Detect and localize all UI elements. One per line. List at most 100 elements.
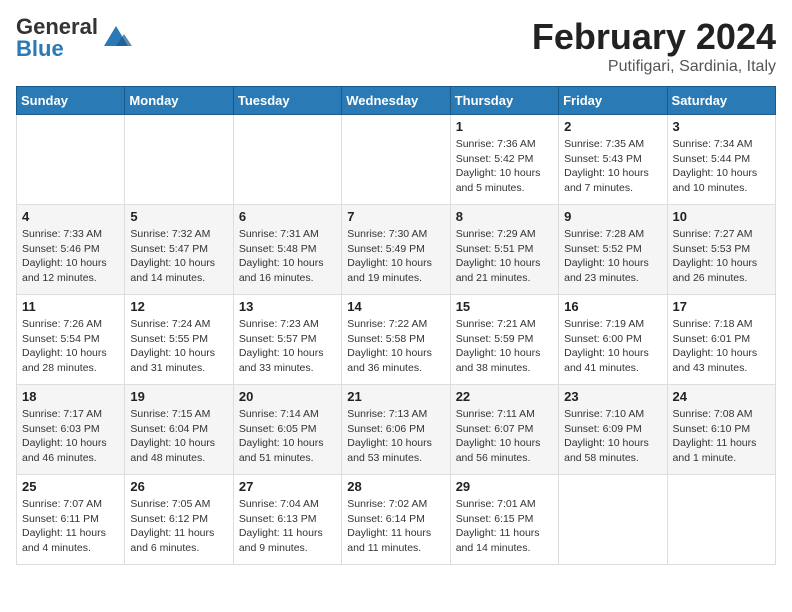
day-number: 6 [239, 209, 336, 224]
day-of-week-header: Saturday [667, 87, 775, 115]
day-number: 4 [22, 209, 119, 224]
calendar-day-cell: 23 Sunrise: 7:10 AM Sunset: 6:09 PM Dayli… [559, 385, 667, 475]
day-number: 10 [673, 209, 770, 224]
logo-text: General Blue [16, 16, 98, 60]
day-number: 29 [456, 479, 553, 494]
day-number: 19 [130, 389, 227, 404]
day-number: 7 [347, 209, 444, 224]
calendar-day-cell: 25 Sunrise: 7:07 AM Sunset: 6:11 PM Dayli… [17, 475, 125, 565]
calendar-day-cell: 24 Sunrise: 7:08 AM Sunset: 6:10 PM Dayli… [667, 385, 775, 475]
calendar-day-cell [233, 115, 341, 205]
calendar-day-cell: 26 Sunrise: 7:05 AM Sunset: 6:12 PM Dayli… [125, 475, 233, 565]
day-detail: Sunrise: 7:15 AM Sunset: 6:04 PM Dayligh… [130, 407, 227, 466]
calendar-day-cell: 29 Sunrise: 7:01 AM Sunset: 6:15 PM Dayli… [450, 475, 558, 565]
calendar-week-row: 4 Sunrise: 7:33 AM Sunset: 5:46 PM Daylig… [17, 205, 776, 295]
calendar-day-cell: 1 Sunrise: 7:36 AM Sunset: 5:42 PM Daylig… [450, 115, 558, 205]
day-number: 1 [456, 119, 553, 134]
calendar-day-cell: 2 Sunrise: 7:35 AM Sunset: 5:43 PM Daylig… [559, 115, 667, 205]
day-number: 13 [239, 299, 336, 314]
calendar-day-cell: 12Sunrise: 7:24 AM Sunset: 5:55 PM Dayli… [125, 295, 233, 385]
day-number: 23 [564, 389, 661, 404]
day-number: 21 [347, 389, 444, 404]
day-number: 24 [673, 389, 770, 404]
day-detail: Sunrise: 7:31 AM Sunset: 5:48 PM Dayligh… [239, 227, 336, 286]
day-detail: Sunrise: 7:14 AM Sunset: 6:05 PM Dayligh… [239, 407, 336, 466]
page-header: General Blue February 2024 Putifigari, S… [16, 16, 776, 76]
logo-general: General [16, 16, 98, 38]
day-detail: Sunrise: 7:18 AM Sunset: 6:01 PM Dayligh… [673, 317, 770, 376]
day-detail: Sunrise: 7:01 AM Sunset: 6:15 PM Dayligh… [456, 497, 553, 556]
day-detail: Sunrise: 7:05 AM Sunset: 6:12 PM Dayligh… [130, 497, 227, 556]
calendar-day-cell [125, 115, 233, 205]
day-number: 17 [673, 299, 770, 314]
day-detail: Sunrise: 7:04 AM Sunset: 6:13 PM Dayligh… [239, 497, 336, 556]
day-number: 22 [456, 389, 553, 404]
day-detail: Sunrise: 7:30 AM Sunset: 5:49 PM Dayligh… [347, 227, 444, 286]
calendar-day-cell: 13Sunrise: 7:23 AM Sunset: 5:57 PM Dayli… [233, 295, 341, 385]
day-detail: Sunrise: 7:34 AM Sunset: 5:44 PM Dayligh… [673, 137, 770, 196]
calendar-day-cell: 20 Sunrise: 7:14 AM Sunset: 6:05 PM Dayli… [233, 385, 341, 475]
day-detail: Sunrise: 7:21 AM Sunset: 5:59 PM Dayligh… [456, 317, 553, 376]
day-of-week-header: Thursday [450, 87, 558, 115]
calendar-week-row: 18 Sunrise: 7:17 AM Sunset: 6:03 PM Dayli… [17, 385, 776, 475]
calendar-week-row: 1 Sunrise: 7:36 AM Sunset: 5:42 PM Daylig… [17, 115, 776, 205]
calendar-day-cell: 4 Sunrise: 7:33 AM Sunset: 5:46 PM Daylig… [17, 205, 125, 295]
logo: General Blue [16, 16, 132, 60]
calendar-day-cell [17, 115, 125, 205]
calendar-day-cell: 28Sunrise: 7:02 AM Sunset: 6:14 PM Dayli… [342, 475, 450, 565]
day-detail: Sunrise: 7:10 AM Sunset: 6:09 PM Dayligh… [564, 407, 661, 466]
calendar-day-cell: 14Sunrise: 7:22 AM Sunset: 5:58 PM Dayli… [342, 295, 450, 385]
day-of-week-header: Monday [125, 87, 233, 115]
calendar-day-cell: 3 Sunrise: 7:34 AM Sunset: 5:44 PM Daylig… [667, 115, 775, 205]
day-number: 28 [347, 479, 444, 494]
day-detail: Sunrise: 7:07 AM Sunset: 6:11 PM Dayligh… [22, 497, 119, 556]
logo-blue: Blue [16, 38, 98, 60]
calendar-day-cell: 8Sunrise: 7:29 AM Sunset: 5:51 PM Daylig… [450, 205, 558, 295]
day-number: 2 [564, 119, 661, 134]
calendar-day-cell: 16Sunrise: 7:19 AM Sunset: 6:00 PM Dayli… [559, 295, 667, 385]
calendar-day-cell: 7 Sunrise: 7:30 AM Sunset: 5:49 PM Daylig… [342, 205, 450, 295]
day-number: 11 [22, 299, 119, 314]
day-number: 25 [22, 479, 119, 494]
day-detail: Sunrise: 7:32 AM Sunset: 5:47 PM Dayligh… [130, 227, 227, 286]
calendar-day-cell: 10 Sunrise: 7:27 AM Sunset: 5:53 PM Dayli… [667, 205, 775, 295]
day-number: 18 [22, 389, 119, 404]
day-detail: Sunrise: 7:08 AM Sunset: 6:10 PM Dayligh… [673, 407, 770, 466]
day-number: 27 [239, 479, 336, 494]
calendar-day-cell: 11 Sunrise: 7:26 AM Sunset: 5:54 PM Dayli… [17, 295, 125, 385]
day-number: 15 [456, 299, 553, 314]
day-detail: Sunrise: 7:28 AM Sunset: 5:52 PM Dayligh… [564, 227, 661, 286]
calendar-header-row: SundayMondayTuesdayWednesdayThursdayFrid… [17, 87, 776, 115]
calendar-table: SundayMondayTuesdayWednesdayThursdayFrid… [16, 86, 776, 565]
calendar-day-cell: 22 Sunrise: 7:11 AM Sunset: 6:07 PM Dayli… [450, 385, 558, 475]
calendar-day-cell: 9 Sunrise: 7:28 AM Sunset: 5:52 PM Daylig… [559, 205, 667, 295]
location: Putifigari, Sardinia, Italy [532, 58, 776, 76]
day-detail: Sunrise: 7:26 AM Sunset: 5:54 PM Dayligh… [22, 317, 119, 376]
calendar-week-row: 25 Sunrise: 7:07 AM Sunset: 6:11 PM Dayli… [17, 475, 776, 565]
day-detail: Sunrise: 7:36 AM Sunset: 5:42 PM Dayligh… [456, 137, 553, 196]
calendar-day-cell: 21 Sunrise: 7:13 AM Sunset: 6:06 PM Dayli… [342, 385, 450, 475]
day-detail: Sunrise: 7:13 AM Sunset: 6:06 PM Dayligh… [347, 407, 444, 466]
day-detail: Sunrise: 7:11 AM Sunset: 6:07 PM Dayligh… [456, 407, 553, 466]
day-number: 26 [130, 479, 227, 494]
day-number: 14 [347, 299, 444, 314]
day-number: 20 [239, 389, 336, 404]
calendar-day-cell: 17 Sunrise: 7:18 AM Sunset: 6:01 PM Dayli… [667, 295, 775, 385]
day-number: 5 [130, 209, 227, 224]
day-number: 8 [456, 209, 553, 224]
calendar-day-cell: 15 Sunrise: 7:21 AM Sunset: 5:59 PM Dayli… [450, 295, 558, 385]
day-detail: Sunrise: 7:35 AM Sunset: 5:43 PM Dayligh… [564, 137, 661, 196]
day-of-week-header: Tuesday [233, 87, 341, 115]
day-detail: Sunrise: 7:33 AM Sunset: 5:46 PM Dayligh… [22, 227, 119, 286]
day-number: 9 [564, 209, 661, 224]
calendar-day-cell: 18 Sunrise: 7:17 AM Sunset: 6:03 PM Dayli… [17, 385, 125, 475]
day-detail: Sunrise: 7:17 AM Sunset: 6:03 PM Dayligh… [22, 407, 119, 466]
day-number: 3 [673, 119, 770, 134]
day-number: 16 [564, 299, 661, 314]
day-detail: Sunrise: 7:27 AM Sunset: 5:53 PM Dayligh… [673, 227, 770, 286]
calendar-day-cell [342, 115, 450, 205]
logo-icon [100, 22, 132, 50]
calendar-day-cell: 5 Sunrise: 7:32 AM Sunset: 5:47 PM Daylig… [125, 205, 233, 295]
calendar-day-cell [667, 475, 775, 565]
day-of-week-header: Friday [559, 87, 667, 115]
